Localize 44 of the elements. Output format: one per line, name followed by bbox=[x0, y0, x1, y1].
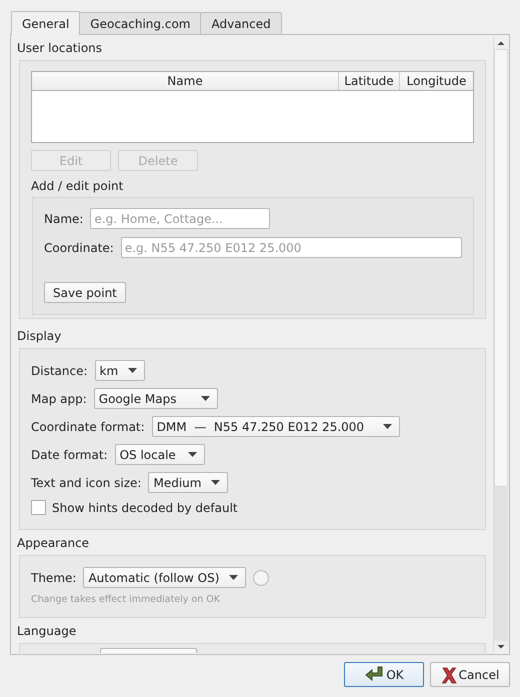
caret-icon bbox=[211, 480, 220, 485]
field-label: Distance: bbox=[31, 364, 88, 378]
dropdown[interactable]: km bbox=[94, 360, 146, 381]
dropdown[interactable]: DMM — N55 47.250 E012 25.000 bbox=[152, 416, 400, 437]
input-field[interactable]: e.g. N55 47.250 E012 25.000 bbox=[120, 237, 462, 258]
section-title: Appearance bbox=[17, 536, 90, 552]
cancel-button[interactable]: Cancel bbox=[430, 662, 510, 687]
field-label: Coordinate: bbox=[44, 240, 114, 254]
caret-icon bbox=[200, 396, 210, 401]
field-label: Text and icon size: bbox=[31, 476, 142, 490]
column-header[interactable]: Latitude bbox=[339, 72, 400, 90]
dropdown[interactable]: Medium bbox=[148, 472, 228, 493]
field-label: Name: bbox=[44, 212, 84, 226]
caret-icon bbox=[188, 452, 197, 457]
save-point-button[interactable]: Save point bbox=[44, 282, 126, 303]
ok-button[interactable]: OK bbox=[344, 662, 424, 687]
dropdown[interactable]: Google Maps bbox=[94, 388, 218, 409]
caret-icon bbox=[229, 575, 238, 580]
tab[interactable]: Geocaching.com bbox=[79, 12, 202, 34]
tab[interactable]: General bbox=[11, 11, 80, 35]
enter-arrow-icon bbox=[364, 666, 384, 684]
field-label: Date format: bbox=[31, 448, 108, 462]
caret-icon bbox=[128, 368, 138, 373]
section-title: Language bbox=[17, 624, 78, 640]
hint-text: Change takes effect immediately on OK bbox=[31, 594, 222, 605]
dropdown[interactable]: Automatic (follow OS) bbox=[83, 567, 246, 588]
tab[interactable]: Advanced bbox=[200, 12, 282, 34]
field-label: Map app: bbox=[31, 392, 87, 406]
input-field[interactable]: e.g. Home, Cottage... bbox=[90, 208, 270, 229]
section-title: Display bbox=[17, 329, 62, 345]
scrollbar[interactable] bbox=[493, 37, 508, 653]
scrollbar-thumb[interactable] bbox=[494, 49, 508, 487]
dropdown[interactable]: OS locale bbox=[114, 444, 205, 465]
field-label: Theme: bbox=[31, 570, 76, 584]
column-header[interactable]: Longitude bbox=[400, 72, 473, 90]
field-label: Coordinate format: bbox=[31, 420, 145, 434]
circle-icon bbox=[253, 570, 270, 586]
section-title: Add / edit point bbox=[31, 179, 124, 195]
section-title: User locations bbox=[17, 41, 104, 57]
cross-icon bbox=[440, 666, 457, 684]
caret-icon bbox=[382, 424, 392, 429]
checkbox-label: Show hints decoded by default bbox=[52, 500, 238, 514]
checkbox[interactable] bbox=[31, 500, 46, 515]
column-header[interactable]: Name bbox=[32, 72, 339, 90]
